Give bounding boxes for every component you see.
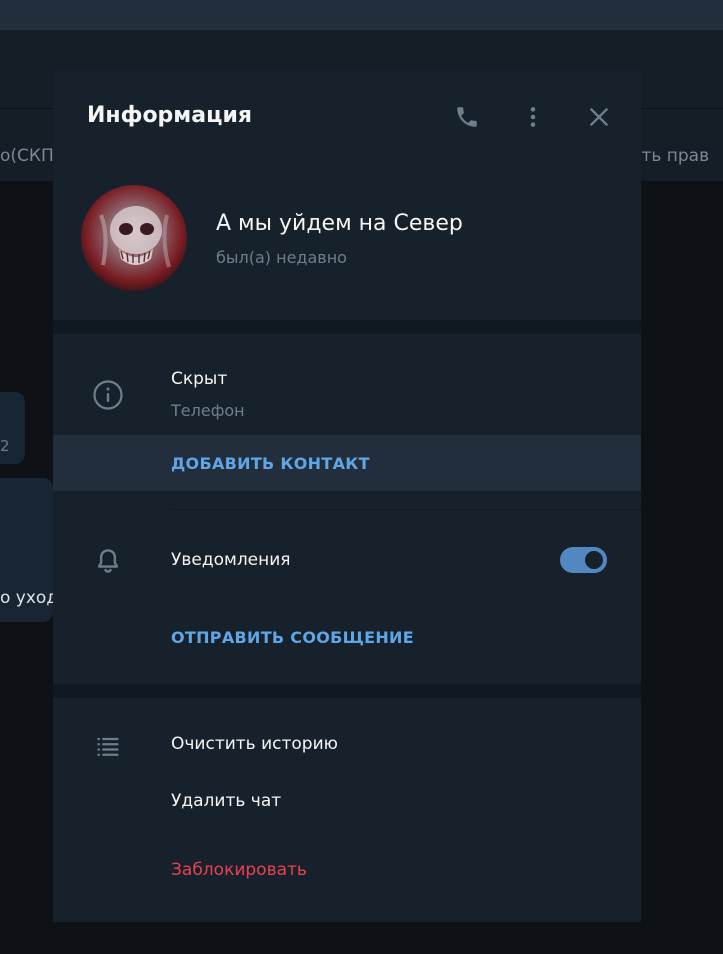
more-vertical-icon	[530, 107, 536, 127]
more-button[interactable]	[515, 99, 551, 135]
send-message-button[interactable]: ОТПРАВИТЬ СООБЩЕНИЕ	[53, 611, 641, 663]
list-icon-wrap	[91, 729, 125, 763]
close-icon	[590, 108, 608, 126]
message-bubble-number: 2	[0, 437, 10, 455]
avatar[interactable]	[81, 185, 187, 291]
bell-icon-wrap	[91, 544, 125, 578]
toggle-knob	[583, 549, 605, 571]
message-bubble-text: о уход	[0, 588, 59, 608]
contact-name: А мы уйдем на Север	[216, 211, 463, 236]
info-icon-wrap	[91, 378, 125, 412]
info-dialog: Информация А мы уйдем на Север был(а) не…	[53, 71, 641, 922]
window-titlebar	[0, 0, 723, 30]
phone-label: Телефон	[171, 401, 245, 420]
list-icon	[97, 737, 119, 756]
contact-status: был(а) недавно	[216, 248, 347, 267]
section-divider	[53, 320, 641, 334]
call-button[interactable]	[449, 99, 485, 135]
phone-icon	[457, 107, 477, 127]
send-message-label: ОТПРАВИТЬ СООБЩЕНИЕ	[171, 627, 414, 647]
clear-history-button[interactable]: Очистить историю	[171, 734, 338, 754]
close-button[interactable]	[581, 99, 617, 135]
dialog-title: Информация	[87, 103, 252, 128]
info-icon	[93, 380, 123, 410]
section-divider	[53, 684, 641, 698]
phone-value: Скрыт	[171, 369, 228, 389]
block-button[interactable]: Заблокировать	[171, 860, 307, 880]
notifications-toggle[interactable]	[560, 547, 607, 573]
separator-line	[171, 509, 641, 510]
delete-chat-button[interactable]: Удалить чат	[171, 791, 281, 811]
notifications-label: Уведомления	[171, 550, 291, 570]
add-contact-button[interactable]: ДОБАВИТЬ КОНТАКТ	[53, 435, 641, 491]
bell-icon	[97, 549, 119, 573]
add-contact-label: ДОБАВИТЬ КОНТАКТ	[171, 453, 370, 473]
